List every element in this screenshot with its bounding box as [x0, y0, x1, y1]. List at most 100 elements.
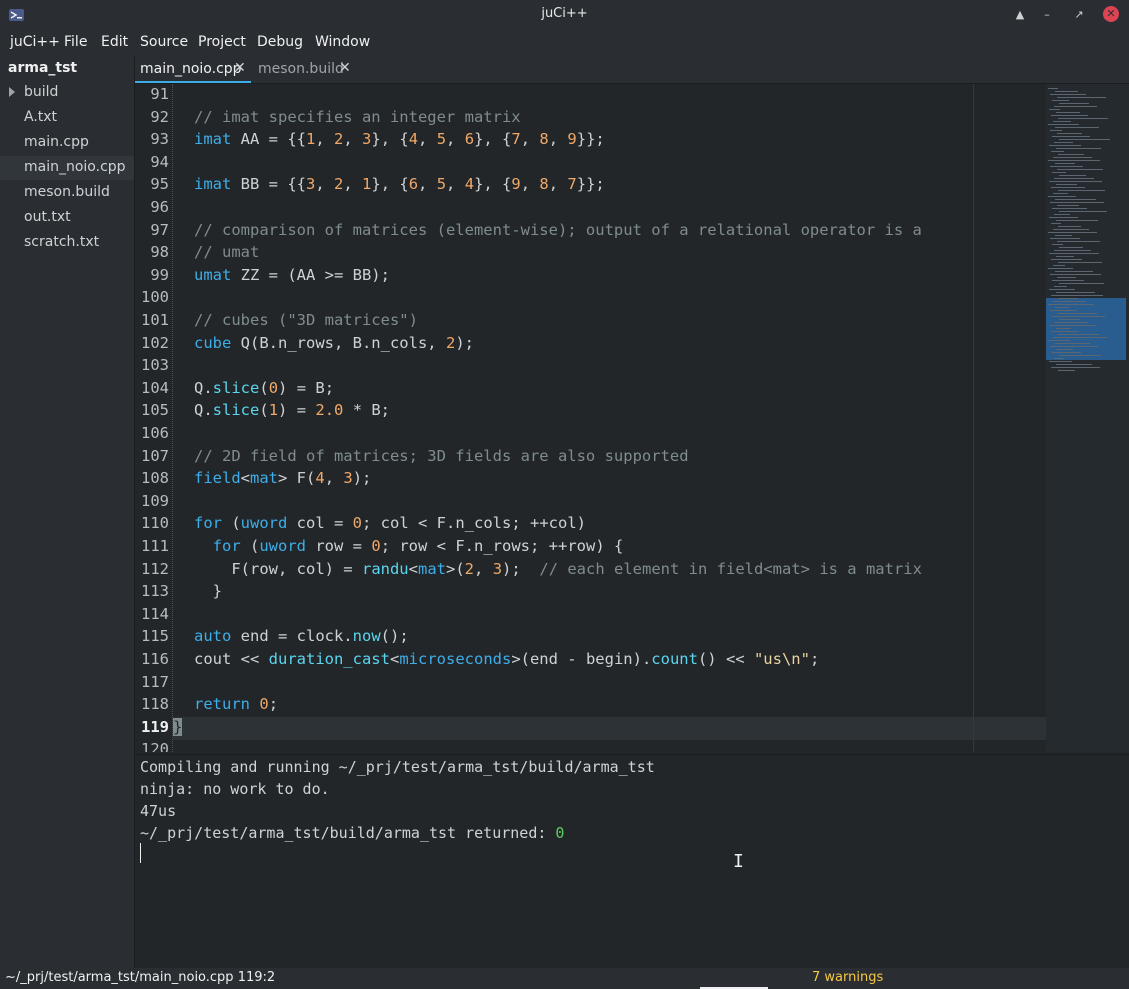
line-number: 106 [141, 424, 169, 442]
minimap-line [1058, 226, 1081, 227]
code-token: slice [212, 379, 260, 397]
sidebar-item-build[interactable]: build [0, 81, 134, 105]
sidebar-item-main-cpp[interactable]: main.cpp [0, 131, 134, 155]
minimap-line [1056, 112, 1080, 113]
minimap-line [1050, 202, 1104, 203]
minimap-line [1049, 109, 1060, 110]
line-number: 107 [141, 447, 169, 465]
code-token: ; row < F.n_rows; ++row) { [380, 537, 624, 555]
minimap-line [1052, 280, 1084, 281]
minimap-line [1049, 289, 1075, 290]
code-token: ; [809, 650, 820, 668]
code-token: 3 [343, 469, 353, 487]
minimap-line [1050, 130, 1062, 131]
minimap-line [1056, 292, 1095, 293]
minimap-line [1057, 97, 1106, 98]
line-number: 91 [150, 85, 169, 103]
menu-project[interactable]: Project [198, 34, 246, 50]
tab-meson-build[interactable]: meson.build ✕ [253, 56, 353, 83]
code-line: return 0; [194, 693, 1067, 716]
menu-file[interactable]: File [64, 34, 87, 50]
code-token: 2 [445, 334, 456, 352]
menu-window[interactable]: Window [315, 34, 370, 50]
minimap-line [1055, 271, 1093, 272]
code-token: ) = [278, 401, 316, 419]
code-token: count [651, 650, 698, 668]
code-editor[interactable]: 91 92 93 94 95 96 97 98 99 100 101 102 103 104 105 106 1… [135, 84, 1129, 752]
maximize-button[interactable]: ↗ [1070, 6, 1088, 24]
minimap-line [1054, 250, 1091, 251]
code-token: // 2D field of matrices; 3D fields are a… [194, 447, 689, 465]
minimap-line [1057, 241, 1100, 242]
minimap-line [1057, 169, 1103, 170]
minimize-button[interactable]: – [1038, 6, 1056, 24]
code-token: 9 [511, 175, 521, 193]
code-token: >( [446, 560, 465, 578]
code-token: // comparison of matrices (element-wise)… [194, 221, 922, 239]
minimap-line [1055, 343, 1090, 344]
line-number: 96 [150, 198, 169, 216]
minimap-line [1048, 268, 1073, 269]
minimap-line [1056, 184, 1077, 185]
code-token: mat [418, 560, 446, 578]
close-window-button[interactable]: ✕ [1103, 6, 1119, 22]
sidebar-item-main-noio-cpp[interactable]: main_noio.cpp [0, 156, 134, 180]
minimap-line [1051, 151, 1064, 152]
minimap-line [1053, 157, 1092, 158]
menu-source[interactable]: Source [140, 34, 188, 50]
sidebar-item-out-txt[interactable]: out.txt [0, 206, 134, 230]
code-token: }}; [576, 175, 605, 193]
code-token: 2 [464, 560, 475, 578]
line-number: 102 [141, 334, 169, 352]
menu-debug[interactable]: Debug [257, 34, 303, 50]
code-token: < [240, 469, 251, 487]
code-token: // cubes ("3D matrices") [194, 311, 418, 329]
code-token: Q. [194, 401, 213, 419]
sidebar-item-a-txt[interactable]: A.txt [0, 106, 134, 130]
sidebar-item-scratch-txt[interactable]: scratch.txt [0, 231, 134, 255]
code-token: ); [352, 469, 372, 487]
ibeam-cursor-icon: I [733, 851, 744, 872]
code-token: 7 [567, 175, 577, 193]
close-icon[interactable]: ✕ [339, 60, 351, 76]
code-token: uword [259, 537, 307, 555]
code-token: * B; [343, 401, 391, 419]
menu-bar: juCi++ File Edit Source Project Debug Wi… [0, 29, 1129, 56]
chevron-right-icon[interactable] [9, 87, 15, 97]
return-code: 0 [555, 824, 565, 842]
minimap-line [1048, 160, 1100, 161]
code-line: imat AA = {{1, 2, 3}, {4, 5, 6}, {7, 8, … [194, 128, 1067, 151]
code-text[interactable]: // imat specifies an integer matrix imat … [173, 84, 1046, 752]
code-token: , [315, 175, 334, 193]
code-line: // imat specifies an integer matrix [194, 106, 1067, 129]
code-minimap[interactable] [1046, 84, 1129, 752]
minimap-line [1053, 229, 1089, 230]
tab-main-noio-cpp[interactable]: main_noio.cpp ✕ [135, 56, 251, 83]
close-icon[interactable]: ✕ [234, 60, 246, 76]
minimap-line [1048, 232, 1097, 233]
sidebar-item-meson-build[interactable]: meson.build [0, 181, 134, 205]
project-title[interactable]: arma_tst [8, 60, 77, 76]
code-line: cout << duration_cast<microseconds>(end … [194, 648, 1067, 671]
code-token: auto [194, 627, 232, 645]
minimap-line [1051, 259, 1082, 260]
project-sidebar: arma_tst build A.txt main.cpp main_noio.… [0, 56, 135, 968]
minimap-line [1050, 94, 1086, 95]
minimap-line [1054, 358, 1064, 359]
code-token: for [212, 537, 241, 555]
minimap-line [1051, 115, 1088, 116]
status-warnings[interactable]: 7 warnings [812, 970, 883, 985]
line-number: 94 [150, 153, 169, 171]
code-token: , [474, 560, 493, 578]
line-number: 110 [141, 514, 169, 532]
minimap-line [1058, 262, 1102, 263]
line-number: 92 [150, 108, 169, 126]
menu-edit[interactable]: Edit [101, 34, 128, 50]
keep-above-button[interactable]: ▲ [1011, 6, 1029, 24]
minimap-line [1056, 328, 1071, 329]
menu-jucipp[interactable]: juCi++ [10, 34, 60, 50]
terminal-output[interactable]: Compiling and running ~/_prj/test/arma_t… [135, 754, 1129, 969]
code-token: return [194, 695, 250, 713]
code-token: 3 [492, 560, 503, 578]
